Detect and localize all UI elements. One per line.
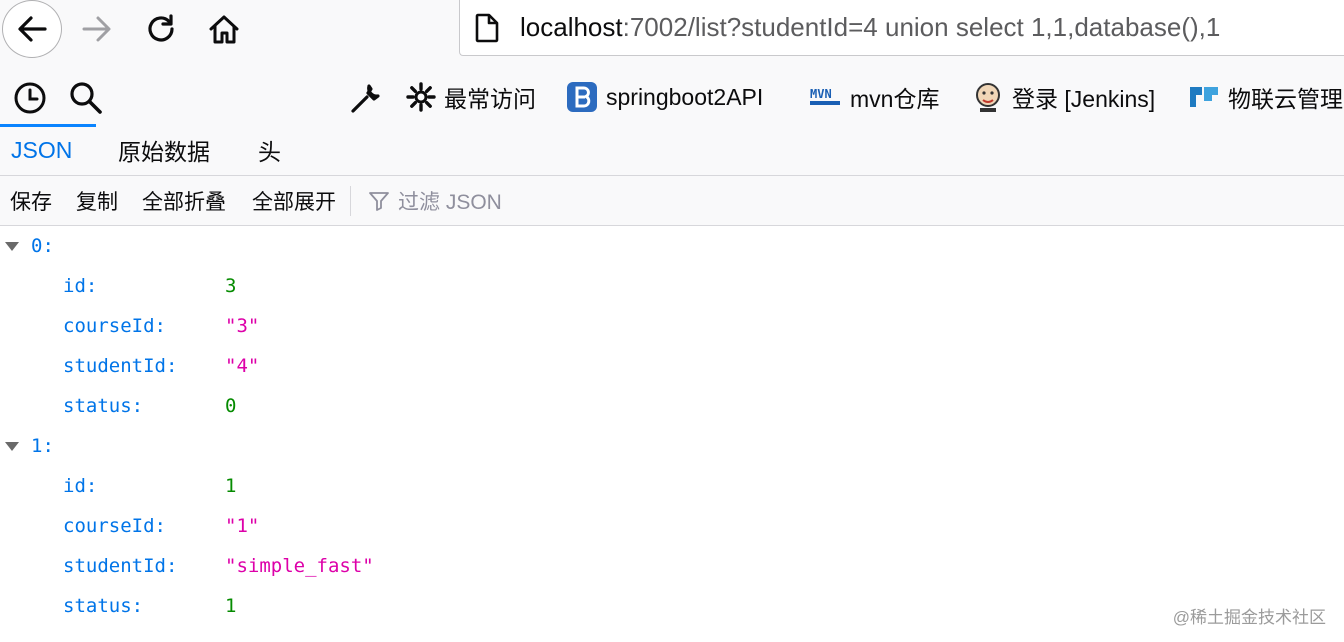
home-button[interactable] [202, 8, 246, 50]
bookmark-most-visited[interactable]: 最常访问 [406, 80, 536, 114]
mvn-icon: MVN [810, 87, 840, 105]
arrow-right-icon [82, 16, 111, 42]
toolbar-divider [350, 186, 351, 216]
jenkins-icon [976, 83, 1000, 112]
json-row: studentId: "simple_fast" [0, 546, 600, 586]
bookmark-label: mvn仓库 [850, 86, 940, 112]
json-value: "simple_fast" [225, 555, 374, 577]
json-key: studentId: [63, 355, 178, 377]
tab-raw-data[interactable]: 原始数据 [118, 124, 210, 176]
json-key: studentId: [63, 555, 178, 577]
svg-text:MVN: MVN [810, 87, 832, 101]
filter-json-input[interactable]: 过滤 JSON [368, 176, 502, 226]
json-row: id: 3 [0, 266, 600, 306]
json-value: 0 [225, 395, 237, 417]
json-key: status: [63, 395, 144, 417]
bookmark-label: springboot2API [606, 83, 764, 110]
expand-all-button[interactable]: 全部展开 [252, 176, 336, 226]
filter-placeholder: 过滤 JSON [398, 191, 502, 214]
gear-icon [406, 82, 436, 112]
json-key: id: [63, 275, 98, 297]
bookmark-mvn[interactable]: MVN mvn仓库 [810, 80, 939, 114]
bookmark-iot-cloud[interactable]: 物联云管理 [1188, 80, 1343, 114]
json-value: "4" [225, 355, 260, 377]
json-node-1[interactable]: 1: [5, 426, 54, 466]
back-button[interactable] [2, 0, 62, 58]
wrench-icon[interactable] [348, 80, 384, 116]
filter-icon [369, 192, 389, 211]
url-text: localhost:7002/list?studentId=4 union se… [520, 12, 1220, 43]
json-index: 0: [31, 235, 54, 257]
json-key: courseId: [63, 515, 166, 537]
json-row: courseId: "1" [0, 506, 600, 546]
reload-icon [148, 14, 174, 42]
json-index: 1: [31, 435, 54, 457]
json-row: id: 1 [0, 466, 600, 506]
collapse-all-button[interactable]: 全部折叠 [142, 176, 226, 226]
history-icon[interactable] [12, 80, 48, 116]
cloud-icon [1190, 87, 1218, 107]
watermark: @稀土掘金技术社区 [1172, 608, 1326, 627]
bookmarks-toolbar: 最常访问 springboot2API MVN mvn仓库 登录 [Jenkin… [0, 70, 1344, 124]
json-key: courseId: [63, 315, 166, 337]
save-button[interactable]: 保存 [10, 176, 52, 226]
arrow-left-icon [18, 16, 47, 42]
reload-button[interactable] [140, 8, 182, 50]
bookmark-springboot2api[interactable]: springboot2API [566, 80, 763, 114]
expand-triangle-icon[interactable] [5, 241, 19, 251]
home-icon [209, 15, 239, 44]
bookmark-label: 最常访问 [444, 86, 536, 112]
page-icon [475, 13, 499, 43]
bookmark-label: 登录 [Jenkins] [1012, 86, 1156, 112]
tab-json[interactable]: JSON [11, 124, 72, 176]
address-bar[interactable]: localhost:7002/list?studentId=4 union se… [459, 0, 1344, 56]
url-host: localhost [520, 12, 623, 42]
json-row: courseId: "3" [0, 306, 600, 346]
copy-button[interactable]: 复制 [76, 176, 118, 226]
json-toolbar: 保存 复制 全部折叠 全部展开 过滤 JSON [0, 176, 1344, 226]
bookmark-jenkins[interactable]: 登录 [Jenkins] [972, 80, 1155, 114]
json-value: "1" [225, 515, 260, 537]
json-value: "3" [225, 315, 260, 337]
forward-button[interactable] [76, 8, 118, 50]
json-value: 3 [225, 275, 237, 297]
json-row: status: 0 [0, 386, 600, 426]
search-icon[interactable] [68, 80, 104, 116]
json-row: status: 1 [0, 586, 600, 626]
json-value: 1 [225, 475, 237, 497]
viewer-tabs: JSON 原始数据 头 [0, 124, 1344, 176]
json-key: id: [63, 475, 98, 497]
url-path: :7002/list?studentId=4 union select 1,1,… [622, 12, 1221, 42]
json-tree: 0: id: 3 courseId: "3" studentId: "4" st… [0, 226, 1344, 642]
json-node-0[interactable]: 0: [5, 226, 54, 266]
json-key: status: [63, 595, 144, 617]
bookmark-label: 物联云管理 [1228, 86, 1343, 112]
json-row: studentId: "4" [0, 346, 600, 386]
bootstrap-icon [567, 82, 597, 112]
navigation-bar: localhost:7002/list?studentId=4 union se… [0, 0, 1344, 60]
json-value: 1 [225, 595, 237, 617]
expand-triangle-icon[interactable] [5, 441, 19, 451]
tab-headers[interactable]: 头 [258, 124, 281, 176]
